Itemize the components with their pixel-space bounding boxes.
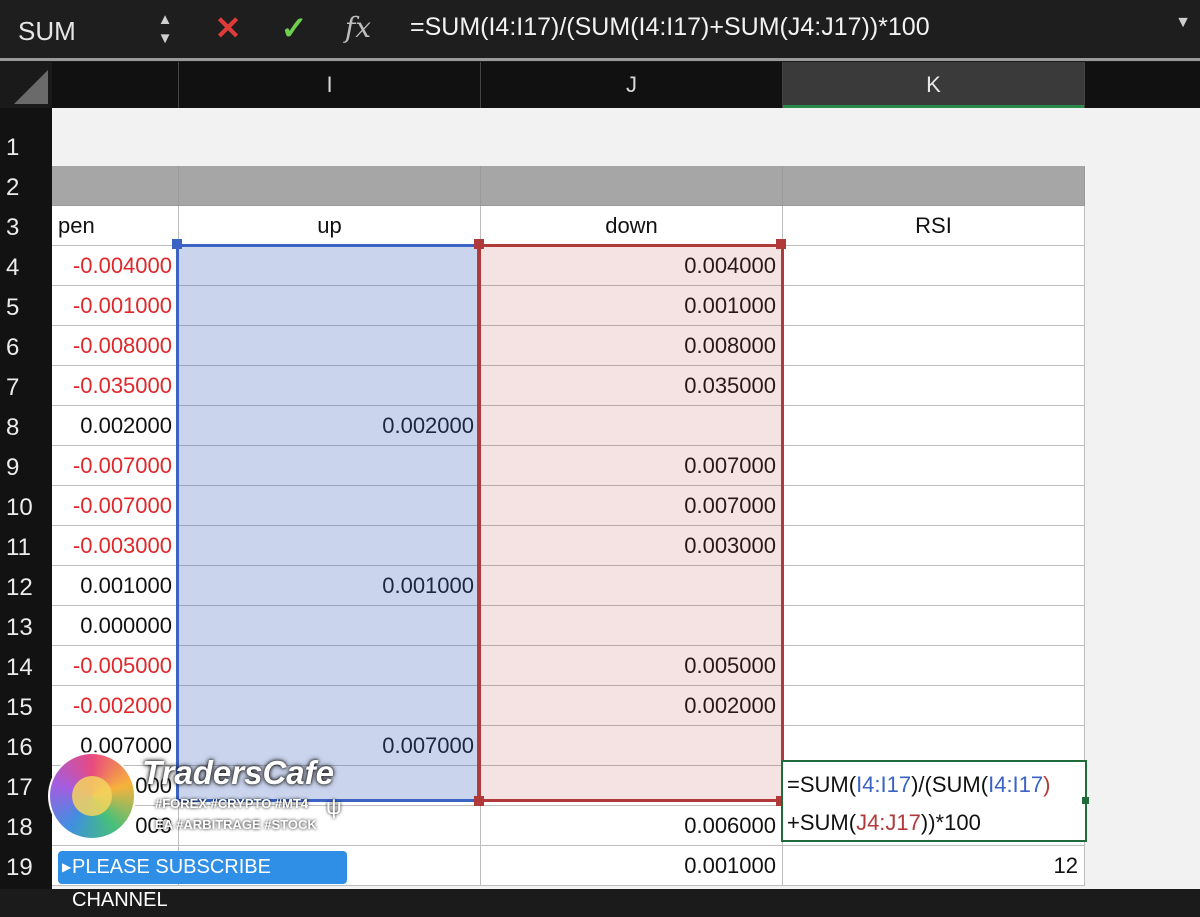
row-header-19[interactable]: 19 (0, 854, 52, 882)
cell-h4[interactable]: -0.004000 (52, 246, 179, 286)
row-header-12[interactable]: 12 (0, 574, 52, 602)
row-header-6[interactable]: 6 (0, 334, 52, 362)
cell-k13[interactable] (783, 606, 1085, 646)
range-highlight-i4-i17[interactable] (176, 244, 480, 802)
cell-h8[interactable]: 0.002000 (52, 406, 179, 446)
formula-expand-icon[interactable]: ▼ (1170, 14, 1196, 42)
subscribe-label: PLEASE SUBSCRIBE CHANNEL (72, 856, 271, 911)
cell-j19[interactable]: 0.001000 (481, 846, 783, 886)
cell-h5[interactable]: -0.001000 (52, 286, 179, 326)
cell-k5[interactable] (783, 286, 1085, 326)
formula-input[interactable]: =SUM(I4:I17)/(SUM(I4:I17)+SUM(J4:J17))*1… (395, 6, 1170, 48)
cell-h6[interactable]: -0.008000 (52, 326, 179, 366)
formula-text: =SUM(I4:I17)/(SUM(I4:I17)+SUM(J4:J17))*1… (410, 13, 930, 41)
cell-k14[interactable] (783, 646, 1085, 686)
cell-h11[interactable]: -0.003000 (52, 526, 179, 566)
row-header-10[interactable]: 10 (0, 494, 52, 522)
row-header-8[interactable]: 8 (0, 414, 52, 442)
cell-k6[interactable] (783, 326, 1085, 366)
fill-handle[interactable] (1082, 797, 1089, 804)
cell-row2-i[interactable] (179, 166, 481, 206)
name-box[interactable]: SUM ▲ ▼ (0, 8, 180, 48)
editor-line-2: +SUM(J4:J17))*100 (787, 804, 1081, 842)
cell-k7[interactable] (783, 366, 1085, 406)
select-all-corner[interactable] (0, 62, 52, 108)
row-header-15[interactable]: 15 (0, 694, 52, 722)
active-cell-k17-editor[interactable]: =SUM(I4:I17)/(SUM(I4:I17) +SUM(J4:J17))*… (781, 760, 1087, 842)
cell-h14[interactable]: -0.005000 (52, 646, 179, 686)
range-handle-j-top-right[interactable] (776, 239, 786, 249)
cell-k9[interactable] (783, 446, 1085, 486)
cell-row2-j[interactable] (481, 166, 783, 206)
traderscafe-logo (48, 752, 136, 840)
row-header-5[interactable]: 5 (0, 294, 52, 322)
column-header-i[interactable]: I (179, 62, 481, 108)
column-header-h[interactable] (52, 62, 179, 108)
formula-bar: SUM ▲ ▼ ✕ ✓ fx =SUM(I4:I17)/(SUM(I4:I17)+… (0, 0, 1200, 60)
editor-ref-i: I4:I17 (988, 772, 1044, 797)
range-handle-j-bottom-left[interactable] (474, 796, 484, 806)
cell-k15[interactable] (783, 686, 1085, 726)
cell-k8[interactable] (783, 406, 1085, 446)
cell-h15[interactable]: -0.002000 (52, 686, 179, 726)
cell-h7[interactable]: -0.035000 (52, 366, 179, 406)
hashtags-line-1: #FOREX #CRYPTO #MT4 (155, 796, 309, 811)
row-header-4[interactable]: 4 (0, 254, 52, 282)
editor-paren: ) (1043, 772, 1051, 797)
row-header-2[interactable]: 2 (0, 174, 52, 202)
editor-text: ))*100 (920, 810, 981, 835)
cell-k4[interactable] (783, 246, 1085, 286)
row-header-11[interactable]: 11 (0, 534, 52, 562)
brand-watermark: TradersCafe (142, 754, 334, 791)
cell-h9[interactable]: -0.007000 (52, 446, 179, 486)
editor-text: =SUM( (787, 772, 857, 797)
editor-ref-j: J4:J17 (856, 810, 921, 835)
hashtags-line-2: EA #ARBITRAGE #STOCK (155, 817, 317, 832)
row-header-17[interactable]: 17 (0, 774, 52, 802)
row-header-1[interactable]: 1 (0, 134, 52, 162)
name-box-value: SUM (18, 16, 76, 46)
editor-line-1: =SUM(I4:I17)/(SUM(I4:I17) (787, 766, 1081, 804)
cell-h12[interactable]: 0.001000 (52, 566, 179, 606)
enter-check-icon[interactable]: ✓ (274, 8, 314, 48)
cell-h10[interactable]: -0.007000 (52, 486, 179, 526)
cell-h13[interactable]: 0.000000 (52, 606, 179, 646)
editor-text: +SUM( (787, 810, 857, 835)
name-box-stepper-icon[interactable]: ▲ ▼ (153, 10, 177, 50)
row-header-9[interactable]: 9 (0, 454, 52, 482)
select-all-triangle-icon (14, 70, 48, 104)
cell-k19[interactable]: 12 (783, 846, 1085, 886)
cell-j18[interactable]: 0.006000 (481, 806, 783, 846)
cactus-icon: ψ (326, 794, 342, 819)
header-cell-h[interactable]: pen (52, 206, 179, 246)
row-header-14[interactable]: 14 (0, 654, 52, 682)
cell-row2-h[interactable] (52, 166, 179, 206)
row-header-18[interactable]: 18 (0, 814, 52, 842)
range-handle-i[interactable] (172, 239, 182, 249)
cancel-icon[interactable]: ✕ (208, 8, 248, 48)
row-header-16[interactable]: 16 (0, 734, 52, 762)
subscribe-banner[interactable]: ▶ PLEASE SUBSCRIBE CHANNEL (58, 851, 347, 911)
range-highlight-j4-j17[interactable] (478, 244, 784, 802)
row-header-3[interactable]: 3 (0, 214, 52, 242)
play-icon: ▶ (62, 860, 72, 874)
column-header-k[interactable]: K (783, 62, 1085, 108)
cell-k11[interactable] (783, 526, 1085, 566)
editor-ref-i: I4:I17 (856, 772, 912, 797)
cell-k10[interactable] (783, 486, 1085, 526)
formula-bar-divider (0, 58, 1200, 61)
column-header-j[interactable]: J (481, 62, 783, 108)
lion-face-icon (72, 776, 112, 816)
cell-row2-k[interactable] (783, 166, 1085, 206)
range-handle-j-top-left[interactable] (474, 239, 484, 249)
header-cell-k[interactable]: RSI (783, 206, 1085, 246)
editor-text: )/(SUM( (911, 772, 989, 797)
header-cell-j[interactable]: down (481, 206, 783, 246)
insert-function-icon[interactable]: fx (338, 8, 378, 48)
cell-k12[interactable] (783, 566, 1085, 606)
header-cell-i[interactable]: up (179, 206, 481, 246)
column-header-k-label: K (926, 72, 941, 97)
row-header-13[interactable]: 13 (0, 614, 52, 642)
row-header-7[interactable]: 7 (0, 374, 52, 402)
